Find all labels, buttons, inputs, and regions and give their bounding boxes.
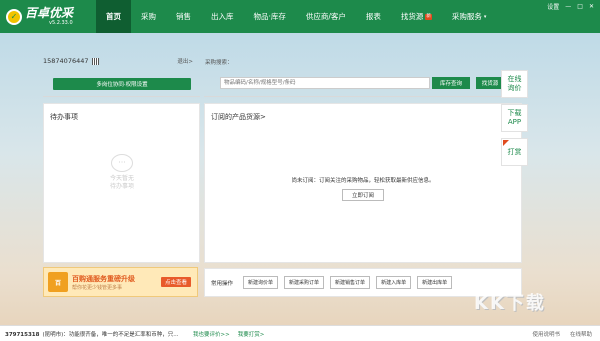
todo-title: 待办事项 (50, 113, 78, 121)
download-app-button[interactable]: 下载 APP (501, 104, 528, 132)
user-info: 15874076447 退出> (43, 57, 193, 65)
corner-badge-icon (503, 140, 509, 146)
new-inquiry-button[interactable]: 新建询价单 (243, 276, 279, 289)
settings-menu[interactable]: 设置 (547, 2, 559, 11)
stock-query-button[interactable]: 库存查询 (432, 77, 470, 89)
new-inbound-button[interactable]: 新建入库单 (376, 276, 412, 289)
promo-view-button[interactable]: 点击查看 (160, 277, 191, 287)
leaf-logo-icon: ✓ (6, 8, 22, 25)
subscribed-panel: 订阅的产品货源> 尚未订阅：订阅关注的采购物品，轻松获取最新供应信息。 立即订阅 (204, 103, 522, 263)
todo-empty-state: ··· 今天暂无 待办事项 (102, 154, 142, 191)
new-outbound-button[interactable]: 新建出库单 (417, 276, 453, 289)
new-purchase-order-button[interactable]: 新建采购订单 (284, 276, 325, 289)
new-sales-order-button[interactable]: 新建销售订单 (330, 276, 371, 289)
chat-bubble-icon: ··· (111, 154, 133, 172)
nav-purchase-service[interactable]: 采购服务 ▾ (442, 0, 497, 33)
search-title: 采购搜索： (205, 60, 233, 66)
subscribe-button[interactable]: 立即订阅 (342, 189, 384, 201)
evaluate-link[interactable]: 我也要评价>> (193, 330, 230, 338)
divider (43, 96, 200, 97)
subscribed-title[interactable]: 订阅的产品货源> (211, 112, 266, 122)
main-nav: 首页 采购 销售 出入库 物品·库存 供应商/客户 报表 找货源新 采购服务 ▾ (96, 0, 496, 33)
ops-label: 常用操作 (211, 280, 234, 287)
online-help-link[interactable]: 在线帮助 (570, 330, 592, 338)
nav-purchase[interactable]: 采购 (131, 0, 166, 33)
search-input[interactable] (220, 77, 430, 89)
online-inquiry-button[interactable]: 在线 询价 (501, 70, 528, 98)
status-bar: 379715318 (昆明市)：功能很齐备，唯一的不足是汇率和币种，只... 我也… (0, 325, 600, 341)
logout-link[interactable]: 退出> (177, 57, 193, 65)
maximize-icon[interactable]: □ (577, 3, 583, 10)
app-version: v5.2.33.0 (49, 20, 73, 26)
reward-button[interactable]: 打赏 (501, 138, 528, 166)
window-controls: 设置 — □ ✕ (547, 2, 594, 11)
minimize-icon[interactable]: — (565, 3, 571, 10)
promo-banner[interactable]: 百 百购通服务重磅升级 帮你花更少钱管更多事 点击查看 (43, 267, 198, 297)
nav-suppliers-customers[interactable]: 供应商/客户 (296, 0, 356, 33)
promo-subtitle: 帮你花更少钱管更多事 (72, 284, 123, 291)
divider (204, 96, 522, 97)
qr-code-icon[interactable] (91, 57, 99, 65)
permission-setting-button[interactable]: 多岗位协同·权限设置 (53, 78, 191, 90)
nav-find-sources[interactable]: 找货源新 (391, 0, 442, 33)
app-logo: ✓ 百卓优采 v5.2.33.0 (0, 0, 96, 33)
nav-sales[interactable]: 销售 (166, 0, 201, 33)
nav-stock-in-out[interactable]: 出入库 (201, 0, 244, 33)
brand-name: 百卓优采 (25, 6, 74, 20)
nav-reports[interactable]: 报表 (356, 0, 391, 33)
new-badge: 新 (425, 13, 432, 20)
user-phone: 15874076447 (43, 57, 89, 65)
nav-home[interactable]: 首页 (96, 0, 131, 33)
promo-icon: 百 (48, 272, 68, 292)
todo-panel: 待办事项 ··· 今天暂无 待办事项 (43, 103, 200, 263)
find-source-button[interactable]: 找货源 (476, 77, 504, 89)
close-icon[interactable]: ✕ (589, 3, 594, 10)
status-message: 379715318 (昆明市)：功能很齐备，唯一的不足是汇率和币种，只... (5, 331, 179, 338)
top-navigation-bar: ✓ 百卓优采 v5.2.33.0 首页 采购 销售 出入库 物品·库存 供应商/… (0, 0, 600, 33)
promo-title: 百购通服务重磅升级 (72, 274, 135, 283)
help-manual-link[interactable]: 使用说明书 (532, 330, 560, 338)
nav-items-inventory[interactable]: 物品·库存 (244, 0, 296, 33)
reward-link[interactable]: 我要打赏> (238, 330, 265, 338)
subscribe-notice: 尚未订阅：订阅关注的采购物品，轻松获取最新供应信息。 (291, 178, 435, 184)
site-watermark: KK下载 (474, 293, 546, 314)
